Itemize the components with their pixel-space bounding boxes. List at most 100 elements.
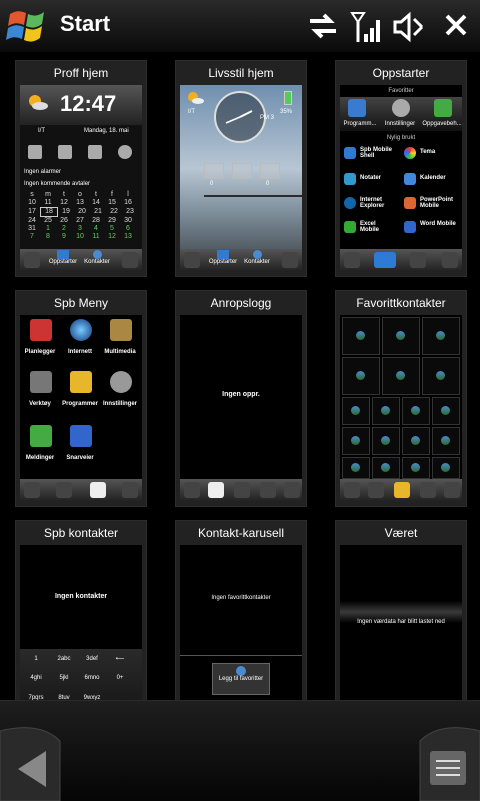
email-count: 0 <box>266 181 270 187</box>
back-icon <box>24 482 40 498</box>
email-icon <box>260 163 280 179</box>
bottom-bar <box>0 700 480 801</box>
tile-preview: Favoritter Programm... Innstillinger Opp… <box>340 85 462 271</box>
favorite-contact-slot <box>432 457 460 479</box>
tile-proff-hjem[interactable]: Proff hjem 12:47 I/T Mandag, 18. mai Ing… <box>15 60 147 277</box>
messages-icon <box>204 163 224 179</box>
programs-icon <box>70 371 92 393</box>
theme-icon <box>404 147 416 159</box>
sms-icon <box>58 145 72 159</box>
favorites-header: Favoritter <box>388 88 414 94</box>
tile-anropslogg[interactable]: Anropslogg Ingen oppr. <box>175 290 307 507</box>
word-icon <box>404 221 416 233</box>
settings-icon <box>110 371 132 393</box>
tile-preview: Planlegger Internett Multimedia Verktøy … <box>20 315 142 501</box>
multimedia-icon <box>110 319 132 341</box>
panel-grid: Proff hjem 12:47 I/T Mandag, 18. mai Ing… <box>0 52 480 737</box>
favorite-contact-slot <box>342 397 370 425</box>
tile-preview <box>340 315 462 501</box>
internet-explorer-icon <box>344 197 356 209</box>
page-title: Start <box>60 11 111 36</box>
alarm-label: Ingen alarmer <box>24 169 62 175</box>
tile-preview: I/T PM 3 35% 0 0 Oppstarter Kontakter <box>180 85 302 271</box>
messages-count: 0 <box>210 181 214 187</box>
launcher-button: Oppstarter <box>48 250 78 265</box>
call-history-icon <box>368 482 384 498</box>
tile-livsstil-hjem[interactable]: Livsstil hjem I/T PM 3 35% 0 0 Oppstarte… <box>175 60 307 277</box>
data-connection-icon[interactable] <box>306 10 340 42</box>
favorite-contact-slot <box>342 457 370 479</box>
volume-icon[interactable] <box>392 10 426 44</box>
tile-toolbar <box>340 249 462 271</box>
add-contact-icon <box>236 666 246 676</box>
grid-icon <box>410 252 426 268</box>
menu-icon <box>442 252 458 268</box>
appointments-label: Ingen kommende avtaler <box>24 181 91 187</box>
top-bar: Start <box>0 0 480 53</box>
excel-icon <box>344 221 356 233</box>
menu-button[interactable] <box>410 721 480 801</box>
tile-toolbar <box>340 479 462 501</box>
favorite-contact-slot <box>432 427 460 455</box>
add-favorites-button: Legg til favoritter <box>212 663 270 695</box>
favorite-contact-slot <box>432 397 460 425</box>
weather-sun-icon <box>29 95 48 110</box>
windows-start-icon[interactable] <box>6 6 48 46</box>
favorite-star-icon <box>234 482 250 498</box>
empty-message: Ingen favorittkontakter <box>211 595 271 601</box>
clock-label: PM 3 <box>260 115 275 121</box>
tools-icon <box>30 371 52 393</box>
tile-title: Livsstil hjem <box>208 66 274 80</box>
day-label: I/T <box>38 128 45 134</box>
calls-icon <box>232 163 252 179</box>
tile-title: Spb kontakter <box>43 526 119 540</box>
launcher-button: Oppstarter <box>208 250 238 265</box>
empty-message: Ingen værdata har blitt lastet ned <box>357 619 445 625</box>
clock-time: 12:47 <box>60 91 117 116</box>
recent-header: Nylig brukt <box>386 135 416 141</box>
internet-icon <box>70 319 92 341</box>
shortcuts-icon <box>70 425 92 447</box>
contacts-button: Kontakter <box>242 250 272 265</box>
menu-icon <box>122 482 138 498</box>
tile-oppstarter[interactable]: Oppstarter Favoritter Programm... Innsti… <box>335 60 467 277</box>
back-button[interactable] <box>0 721 70 801</box>
tile-toolbar: Oppstarter Kontakter <box>180 249 302 271</box>
battery-icon <box>284 91 292 105</box>
tile-toolbar <box>180 479 302 501</box>
menu-icon <box>24 252 40 268</box>
close-icon[interactable] <box>443 10 469 40</box>
calendar-icon <box>404 173 416 185</box>
favorites-row: Programm... Innstillinger Oppgavebeh... <box>340 97 462 131</box>
signal-icon[interactable] <box>350 10 384 44</box>
tile-toolbar: Oppstarter Kontakter <box>20 249 142 271</box>
phone-icon <box>260 482 276 498</box>
mini-calendar: smtotfl 10 11 12 13 14 15 16 17 18 19 20 21 22 23 24… <box>28 191 134 240</box>
phone-icon <box>420 482 436 498</box>
tile-title: Oppstarter <box>372 66 430 80</box>
weather-sun-icon <box>188 92 204 104</box>
pier-image <box>204 195 302 197</box>
tile-favorittkontakter[interactable]: Favorittkontakter <box>335 290 467 507</box>
tile-preview: Ingen oppr. <box>180 315 302 501</box>
task-manager-icon <box>434 99 452 117</box>
favorite-contact-slot <box>422 317 460 355</box>
tile-title: Været <box>384 526 418 540</box>
tile-spb-meny[interactable]: Spb Meny Planlegger Internett Multimedia… <box>15 290 147 507</box>
voicemail-icon <box>118 145 132 159</box>
tile-title: Spb Meny <box>53 296 109 310</box>
notes-icon <box>344 173 356 185</box>
planner-icon <box>30 319 52 341</box>
tile-preview: 12:47 I/T Mandag, 18. mai Ingen alarmer … <box>20 85 142 271</box>
powerpoint-icon <box>404 197 416 209</box>
day-label: I/T <box>188 109 195 115</box>
phone-icon <box>122 252 138 268</box>
menu-icon <box>444 482 460 498</box>
quick-icons <box>28 143 138 163</box>
carousel-floor <box>180 655 302 656</box>
favorite-contact-slot <box>372 427 400 455</box>
tile-toolbar <box>20 479 142 501</box>
mail-icon <box>28 145 42 159</box>
programs-icon <box>348 99 366 117</box>
empty-message: Ingen oppr. <box>222 391 260 398</box>
